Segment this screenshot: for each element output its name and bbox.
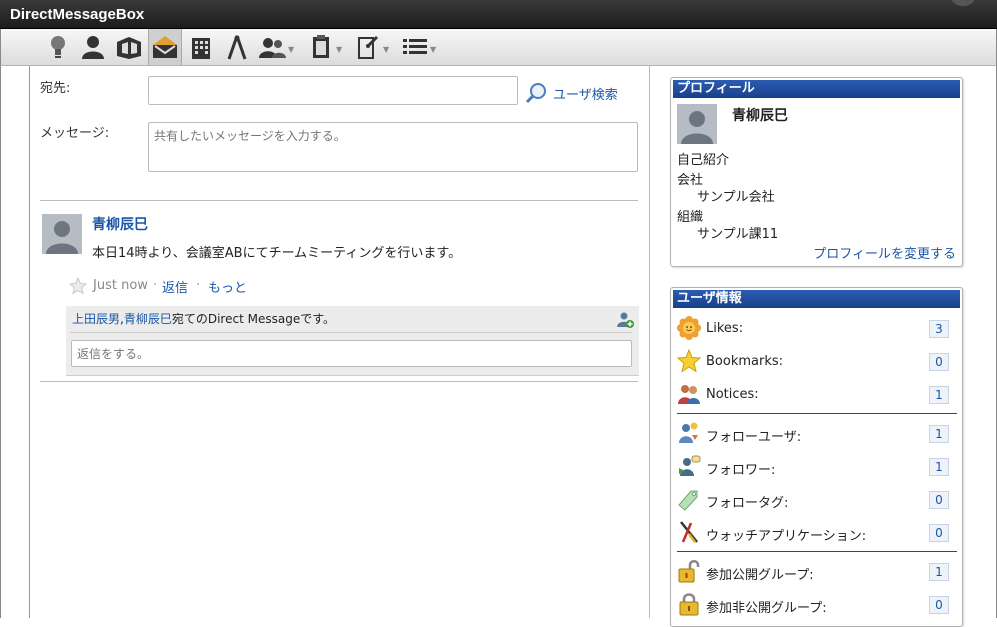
tag-icon — [678, 490, 698, 511]
stat-row-bookmarks[interactable]: Bookmarks: 0 — [677, 349, 957, 375]
locked-icon — [679, 593, 699, 616]
profile-box-header: プロフィール — [673, 80, 960, 98]
flower-icon — [677, 316, 701, 340]
follow-user-icon — [679, 422, 698, 443]
stat-count[interactable]: 1 — [929, 386, 949, 404]
stat-row-public-groups[interactable]: 参加公開グループ: 1 — [677, 559, 957, 585]
stat-row-follow-tags[interactable]: フォロータグ: 0 — [677, 487, 957, 513]
people-icon — [678, 385, 700, 404]
envelope-icon[interactable] — [148, 29, 182, 65]
stat-row-followers[interactable]: フォロワー: 1 — [677, 454, 957, 480]
message-panel: 宛先: ユーザ検索 メッセージ: 青柳辰巳 本日14時より、会議室ABにてチーム… — [29, 66, 650, 618]
unlocked-icon — [678, 560, 700, 583]
avatar[interactable] — [677, 104, 717, 144]
window-control[interactable] — [951, 0, 975, 6]
clipboard-icon[interactable] — [304, 29, 338, 65]
profile-name: 青柳辰巳 — [732, 108, 788, 124]
follower-icon — [679, 455, 701, 476]
profile-box: プロフィール 青柳辰巳 自己紹介 会社 サンプル会社 組織 サンプル課11 プロ… — [670, 77, 963, 267]
stat-label: フォロワー: — [706, 463, 776, 478]
divider — [40, 200, 638, 201]
stat-label: 参加非公開グループ: — [706, 601, 827, 616]
divider — [677, 551, 957, 552]
building-icon[interactable] — [184, 29, 218, 65]
stat-row-follow-users[interactable]: フォローユーザ: 1 — [677, 421, 957, 447]
user-silhouette-icon — [42, 214, 82, 254]
separator: · — [153, 278, 158, 293]
user-search-label: ユーザ検索 — [553, 88, 618, 103]
stat-count[interactable]: 0 — [929, 596, 949, 614]
more-link[interactable]: もっと — [208, 277, 247, 296]
sidebar: プロフィール 青柳辰巳 自己紹介 会社 サンプル会社 組織 サンプル課11 プロ… — [650, 66, 996, 627]
app-toolbar: ▼ ▼ ▼ ▼ — [0, 29, 997, 66]
stat-label: Notices: — [706, 387, 759, 402]
to-label: 宛先: — [40, 81, 71, 96]
company-value: サンプル会社 — [697, 190, 775, 205]
intro-label: 自己紹介 — [677, 153, 730, 168]
window-border-left — [0, 66, 1, 618]
add-user-icon[interactable] — [616, 311, 634, 329]
chevron-down-icon[interactable]: ▼ — [336, 45, 342, 54]
post-author[interactable]: 青柳辰巳 — [92, 214, 148, 234]
reply-link[interactable]: 返信 — [162, 277, 188, 296]
stat-row-likes[interactable]: Likes: 3 — [677, 316, 957, 342]
reply-input[interactable] — [71, 340, 632, 367]
recipients-line: 上田辰男,青柳辰巳宛てのDirect Messageです。 — [72, 310, 335, 327]
post-timestamp: Just now — [93, 278, 148, 293]
open-box-icon[interactable] — [112, 29, 146, 65]
list-icon[interactable] — [398, 29, 432, 65]
user-silhouette-icon — [677, 104, 717, 144]
avatar[interactable] — [42, 214, 82, 254]
stat-label: Bookmarks: — [706, 354, 784, 369]
message-field[interactable] — [148, 122, 638, 172]
stat-label: ウォッチアプリケーション: — [706, 529, 867, 544]
divider — [677, 413, 957, 414]
stat-count[interactable]: 1 — [929, 425, 949, 443]
stat-label: フォロータグ: — [706, 496, 789, 511]
chevron-down-icon[interactable]: ▼ — [288, 45, 294, 54]
stat-count[interactable]: 0 — [929, 524, 949, 542]
stat-count[interactable]: 1 — [929, 563, 949, 581]
stat-label: Likes: — [706, 321, 744, 336]
chevron-down-icon[interactable]: ▼ — [383, 45, 389, 54]
stat-row-private-groups[interactable]: 参加非公開グループ: 0 — [677, 592, 957, 618]
divider — [40, 381, 638, 382]
stat-count[interactable]: 0 — [929, 353, 949, 371]
stat-row-notices[interactable]: Notices: 1 — [677, 382, 957, 408]
title-bar: DirectMessageBox — [0, 0, 997, 29]
chevron-down-icon[interactable]: ▼ — [430, 45, 436, 54]
compass-icon[interactable] — [220, 29, 254, 65]
recipient-suffix: 宛てのDirect Messageです。 — [171, 312, 335, 326]
magnifier-icon — [526, 83, 546, 104]
stat-count[interactable]: 0 — [929, 491, 949, 509]
bulb-icon[interactable] — [41, 29, 75, 65]
separator: · — [196, 278, 201, 293]
edit-profile-link[interactable]: プロフィールを変更する — [813, 243, 956, 262]
stat-count[interactable]: 3 — [929, 320, 949, 338]
message-label: メッセージ: — [40, 126, 110, 141]
stat-label: フォローユーザ: — [706, 430, 802, 445]
star-icon — [677, 349, 701, 373]
reply-area: 上田辰男,青柳辰巳宛てのDirect Messageです。 — [66, 306, 639, 376]
stat-label: 参加公開グループ: — [706, 568, 814, 583]
person-icon[interactable] — [76, 29, 110, 65]
tools-icon — [680, 521, 698, 543]
stat-count[interactable]: 1 — [929, 458, 949, 476]
user-info-box: ユーザ情報 Likes: 3 Bookmarks: 0 Notices: 1 フ… — [670, 287, 963, 627]
star-outline-icon[interactable] — [69, 277, 87, 295]
recipient-link[interactable]: 上田辰男 — [72, 312, 120, 326]
user-info-box-header: ユーザ情報 — [673, 290, 960, 308]
divider — [70, 332, 632, 333]
recipient-link[interactable]: 青柳辰巳 — [124, 312, 172, 326]
document-pin-icon[interactable] — [351, 29, 385, 65]
post-body: 本日14時より、会議室ABにてチームミーティングを行います。 — [92, 246, 462, 261]
group-icon[interactable] — [256, 29, 290, 65]
stat-row-watch-apps[interactable]: ウォッチアプリケーション: 0 — [677, 520, 957, 546]
window-title: DirectMessageBox — [10, 6, 145, 23]
to-input[interactable] — [148, 76, 518, 105]
org-value: サンプル課11 — [697, 227, 779, 242]
